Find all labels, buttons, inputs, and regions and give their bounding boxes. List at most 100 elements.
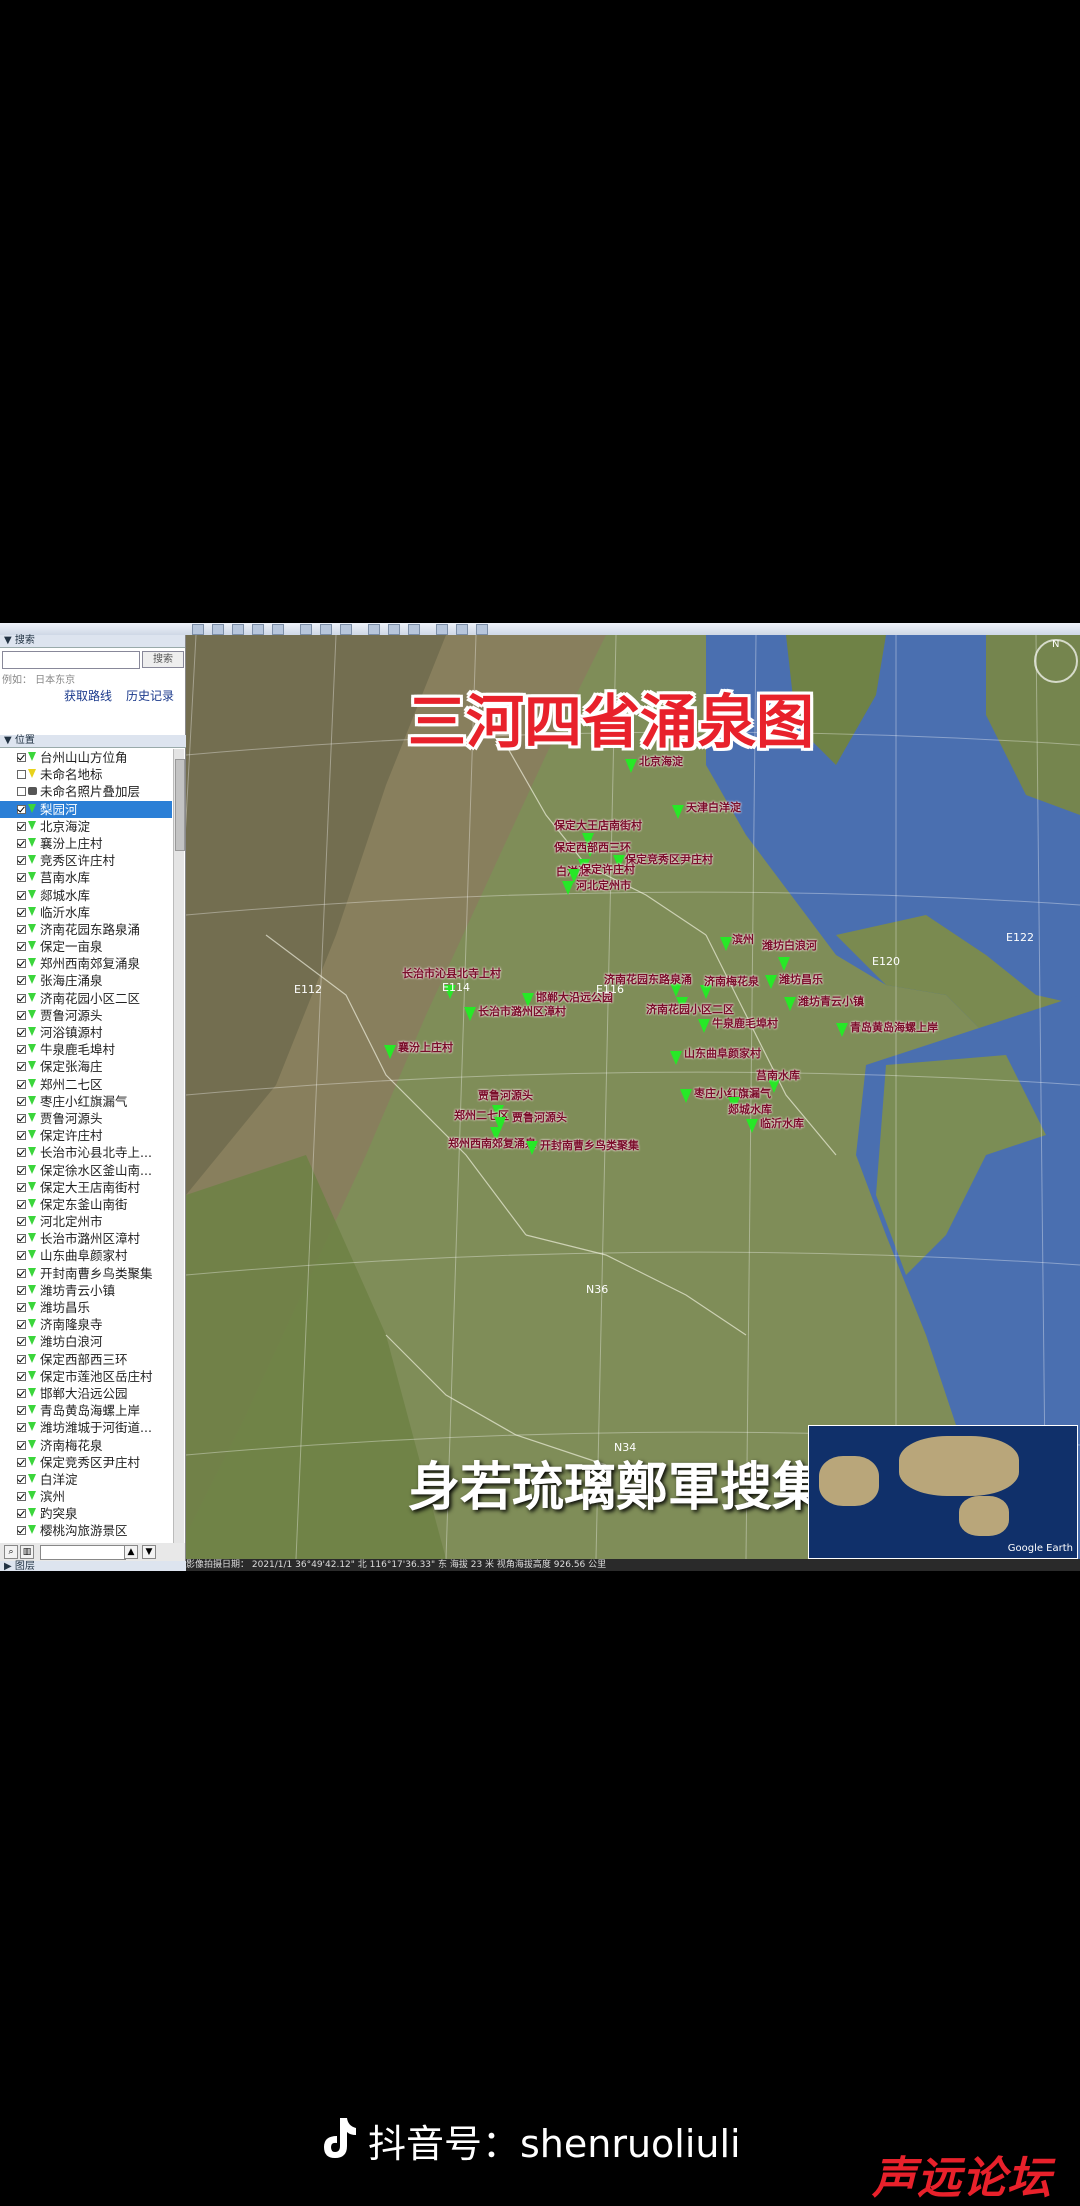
place-checkbox[interactable]	[17, 873, 26, 883]
place-checkbox[interactable]	[17, 924, 26, 934]
place-item[interactable]: 贾鲁河源头	[0, 1007, 172, 1024]
place-item[interactable]: 台州山山方位角	[0, 749, 172, 766]
map-marker-label[interactable]: 保定许庄村	[580, 861, 635, 877]
place-item[interactable]: 潍坊潍城于河街道...	[0, 1419, 172, 1436]
place-checkbox[interactable]	[17, 1509, 26, 1519]
place-checkbox[interactable]	[17, 753, 26, 762]
map-marker-label[interactable]: 天津白洋淀	[686, 799, 741, 815]
get-route-link[interactable]: 获取路线	[64, 687, 112, 704]
map-marker-pin-icon[interactable]	[698, 1019, 710, 1033]
place-checkbox[interactable]	[17, 993, 26, 1003]
place-checkbox[interactable]	[17, 1217, 26, 1227]
place-checkbox[interactable]	[17, 1234, 26, 1244]
map-marker-pin-icon[interactable]	[778, 957, 790, 971]
place-item[interactable]: 保定许庄村	[0, 1127, 172, 1144]
map-marker-pin-icon[interactable]	[625, 759, 637, 773]
place-item[interactable]: 临沂水库	[0, 904, 172, 921]
layers-panel-header[interactable]: ▶ 图层	[0, 1561, 189, 1571]
place-checkbox[interactable]	[17, 1113, 26, 1123]
map-marker-label[interactable]: 保定西部西三环	[554, 839, 631, 855]
place-checkbox[interactable]	[17, 942, 26, 952]
history-link[interactable]: 历史记录	[126, 687, 174, 704]
place-checkbox[interactable]	[17, 1079, 26, 1089]
toolbar-button[interactable]	[272, 624, 284, 635]
place-item[interactable]: 山东曲阜颜家村	[0, 1247, 172, 1264]
place-item[interactable]: 竞秀区许庄村	[0, 852, 172, 869]
place-checkbox[interactable]	[17, 1423, 26, 1433]
place-checkbox[interactable]	[17, 804, 26, 814]
toolbar-button[interactable]	[408, 624, 420, 635]
place-item[interactable]: 保定市莲池区岳庄村	[0, 1368, 172, 1385]
place-item[interactable]: 保定东釜山南街	[0, 1196, 172, 1213]
place-item[interactable]: 济南隆泉寺	[0, 1316, 172, 1333]
place-item[interactable]: 济南梅花泉	[0, 1437, 172, 1454]
place-item[interactable]: 保定张海庄	[0, 1058, 172, 1075]
place-item[interactable]: 河北定州市	[0, 1213, 172, 1230]
place-checkbox[interactable]	[17, 1354, 26, 1364]
toolbar-button[interactable]	[192, 624, 204, 635]
place-checkbox[interactable]	[17, 1148, 26, 1158]
map-marker-pin-icon[interactable]	[672, 805, 684, 819]
toolbar-button[interactable]	[300, 624, 312, 635]
places-scrollbar[interactable]	[173, 749, 185, 1549]
toolbar-button[interactable]	[252, 624, 264, 635]
map-view[interactable]: N 三河四省涌泉图 北京海淀 天津白洋淀 保定大王店南街村 保定西部西三环 保定竞秀区尹…	[186, 635, 1080, 1559]
place-checkbox[interactable]	[17, 770, 26, 780]
map-marker-pin-icon[interactable]	[384, 1045, 396, 1059]
map-marker-pin-icon[interactable]	[670, 1051, 682, 1065]
map-marker-label[interactable]: 贾鲁河源头	[478, 1087, 533, 1103]
map-marker-label[interactable]: 郑州西南郊复涌泉	[448, 1135, 536, 1151]
map-marker-label[interactable]: 青岛黄岛海螺上岸	[850, 1019, 938, 1035]
place-item[interactable]: 白洋淀	[0, 1471, 172, 1488]
place-item[interactable]: 潍坊白浪河	[0, 1333, 172, 1350]
map-marker-pin-icon[interactable]	[836, 1023, 848, 1037]
place-checkbox[interactable]	[17, 1165, 26, 1175]
places-panel-header[interactable]: ▼ 位置	[0, 735, 189, 748]
toolbar-button[interactable]	[340, 624, 352, 635]
place-item[interactable]: 樱桃沟旅游景区	[0, 1522, 172, 1539]
map-marker-label[interactable]: 莒南水库	[756, 1067, 800, 1083]
place-item[interactable]: 潍坊昌乐	[0, 1299, 172, 1316]
place-checkbox[interactable]	[17, 1526, 26, 1536]
map-marker-pin-icon[interactable]	[464, 1007, 476, 1021]
place-item[interactable]: 长治市潞州区漳村	[0, 1230, 172, 1247]
place-checkbox[interactable]	[17, 1440, 26, 1450]
map-marker-label[interactable]: 河北定州市	[576, 877, 631, 893]
map-marker-pin-icon[interactable]	[784, 997, 796, 1011]
place-checkbox[interactable]	[17, 1457, 26, 1467]
place-checkbox[interactable]	[17, 856, 26, 866]
place-item[interactable]: 郑州西南郊复涌泉	[0, 955, 172, 972]
place-item[interactable]: 潍坊青云小镇	[0, 1282, 172, 1299]
search-button[interactable]: 搜索	[142, 651, 184, 668]
place-item[interactable]: 枣庄小红旗漏气	[0, 1093, 172, 1110]
search-places-icon[interactable]: ⌕	[4, 1545, 18, 1559]
place-item[interactable]: 张海庄涌泉	[0, 972, 172, 989]
place-item[interactable]: 保定竞秀区尹庄村	[0, 1454, 172, 1471]
search-panel-header[interactable]: ▼ 搜索	[0, 635, 185, 648]
map-marker-label[interactable]: 潍坊青云小镇	[798, 993, 864, 1009]
place-checkbox[interactable]	[17, 1251, 26, 1261]
place-checkbox[interactable]	[17, 787, 26, 797]
place-checkbox[interactable]	[17, 1182, 26, 1192]
place-checkbox[interactable]	[17, 1337, 26, 1347]
place-item[interactable]: 济南花园小区二区	[0, 990, 172, 1007]
place-checkbox[interactable]	[17, 1320, 26, 1330]
place-checkbox[interactable]	[17, 1268, 26, 1278]
toolbar-button[interactable]	[456, 624, 468, 635]
toolbar-button[interactable]	[388, 624, 400, 635]
map-marker-label[interactable]: 滨州	[732, 931, 754, 947]
place-checkbox[interactable]	[17, 1371, 26, 1381]
place-item[interactable]: 贾鲁河源头	[0, 1110, 172, 1127]
map-marker-label[interactable]: 山东曲阜颜家村	[684, 1045, 761, 1061]
places-filter-input[interactable]	[40, 1545, 126, 1560]
place-item[interactable]: 河浴镇源村	[0, 1024, 172, 1041]
place-checkbox[interactable]	[17, 1406, 26, 1416]
place-item[interactable]: 牛泉鹿毛埠村	[0, 1041, 172, 1058]
place-checkbox[interactable]	[17, 890, 26, 900]
place-checkbox[interactable]	[17, 1028, 26, 1037]
place-checkbox[interactable]	[17, 1388, 26, 1398]
place-checkbox[interactable]	[17, 1045, 26, 1055]
place-item[interactable]: 趵突泉	[0, 1505, 172, 1522]
map-marker-pin-icon[interactable]	[765, 975, 777, 989]
map-marker-label[interactable]: 牛泉鹿毛埠村	[712, 1015, 778, 1031]
